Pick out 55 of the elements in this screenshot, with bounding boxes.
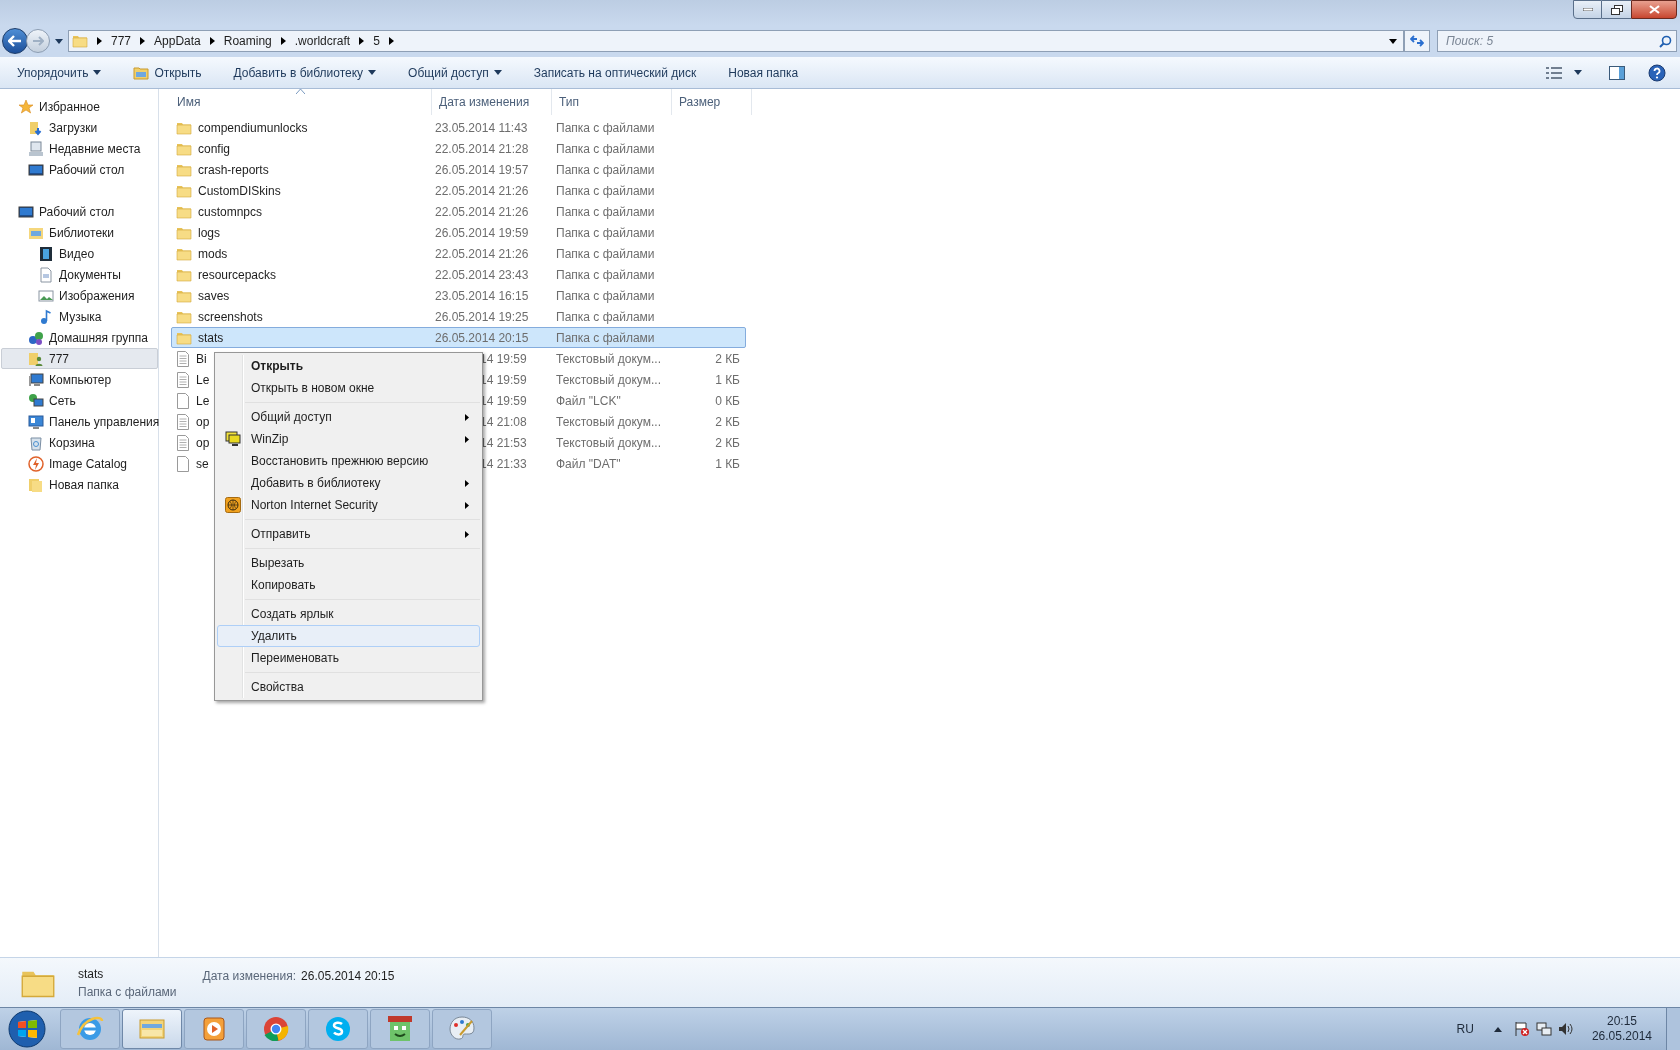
size-cell: 2 КБ bbox=[715, 414, 740, 429]
type-cell: Папка с файлами bbox=[556, 204, 655, 219]
size-cell: 0 КБ bbox=[715, 393, 740, 408]
date-cell: 22.05.2014 23:43 bbox=[435, 267, 529, 282]
file-name: saves bbox=[198, 287, 230, 305]
file-name: stats bbox=[198, 329, 224, 347]
file-name: config bbox=[198, 140, 231, 158]
type-cell: Текстовый докум... bbox=[556, 414, 661, 429]
type-cell: Папка с файлами bbox=[556, 246, 655, 261]
file-name: Le bbox=[196, 371, 210, 389]
file-name: logs bbox=[198, 224, 220, 242]
date-value: 26.05.2014 20:15 bbox=[301, 968, 395, 985]
file-name: CustomDISkins bbox=[198, 182, 281, 200]
selected-item-name: stats bbox=[78, 965, 105, 983]
type-cell: Папка с файлами bbox=[556, 162, 655, 177]
date-cell: 22.05.2014 21:26 bbox=[435, 246, 529, 261]
date-cell: 23.05.2014 16:15 bbox=[435, 288, 529, 303]
date-cell: 22.05.2014 21:28 bbox=[435, 141, 529, 156]
type-cell: Папка с файлами bbox=[556, 309, 655, 324]
size-cell: 1 КБ bbox=[715, 372, 740, 387]
type-cell: Папка с файлами bbox=[556, 183, 655, 198]
file-name: crash-reports bbox=[198, 161, 269, 179]
file-name: compendiumunlocks bbox=[198, 119, 308, 137]
date-cell: 22.05.2014 21:26 bbox=[435, 183, 529, 198]
file-name: op bbox=[196, 413, 210, 431]
selected-item-type: Папка с файлами bbox=[78, 983, 177, 1001]
date-cell: 22.05.2014 21:26 bbox=[435, 204, 529, 219]
file-name: Le bbox=[196, 392, 210, 410]
size-cell: 2 КБ bbox=[715, 435, 740, 450]
type-cell: Файл "LCK" bbox=[556, 393, 621, 408]
date-cell: 26.05.2014 19:25 bbox=[435, 309, 529, 324]
type-cell: Папка с файлами bbox=[556, 141, 655, 156]
file-name: Bi bbox=[196, 350, 207, 368]
type-cell: Файл "DAT" bbox=[556, 456, 621, 471]
type-cell: Текстовый докум... bbox=[556, 435, 661, 450]
file-name: se bbox=[196, 455, 209, 473]
date-cell: 26.05.2014 20:15 bbox=[435, 330, 529, 345]
size-cell: 2 КБ bbox=[715, 351, 740, 366]
file-name: op bbox=[196, 434, 210, 452]
type-cell: Папка с файлами bbox=[556, 330, 655, 345]
date-cell: 26.05.2014 19:59 bbox=[435, 225, 529, 240]
type-cell: Папка с файлами bbox=[556, 120, 655, 135]
date-cell: 23.05.2014 11:43 bbox=[435, 120, 528, 135]
type-cell: Текстовый докум... bbox=[556, 372, 661, 387]
file-name: customnpcs bbox=[198, 203, 263, 221]
file-name: resourcepacks bbox=[198, 266, 277, 284]
file-name: mods bbox=[198, 245, 228, 263]
type-cell: Папка с файлами bbox=[556, 267, 655, 282]
date-label: Дата изменения: bbox=[202, 968, 297, 985]
size-cell: 1 КБ bbox=[715, 456, 740, 471]
file-name: screenshots bbox=[198, 308, 263, 326]
date-cell: 26.05.2014 19:57 bbox=[435, 162, 529, 177]
type-cell: Папка с файлами bbox=[556, 225, 655, 240]
type-cell: Папка с файлами bbox=[556, 288, 655, 303]
type-cell: Текстовый докум... bbox=[556, 351, 661, 366]
